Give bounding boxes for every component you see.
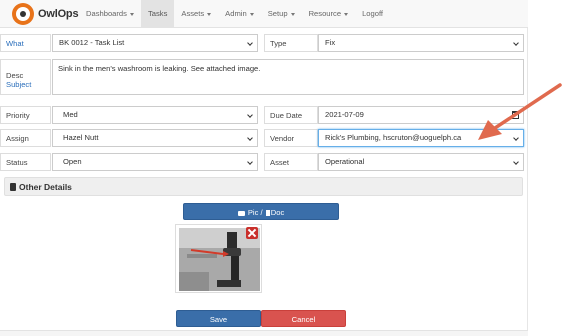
nav-label: Dashboards: [86, 9, 127, 18]
nav-label: Tasks: [147, 9, 168, 18]
caret-down-icon: [290, 12, 295, 16]
asset-label: Asset: [270, 158, 289, 167]
what-label[interactable]: What: [6, 39, 24, 48]
nav-dashboards[interactable]: Dashboards: [79, 0, 141, 28]
annotation-arrow: [478, 83, 562, 140]
chevron-down-icon: [514, 41, 519, 46]
vendor-label-cell: Vendor: [264, 129, 318, 147]
due-date-value: 2021-07-09: [325, 110, 364, 119]
nav-label: Logoff: [362, 9, 384, 18]
type-value: Fix: [325, 38, 336, 47]
nav-resource[interactable]: Resource: [302, 0, 356, 28]
pic-doc-label-suffix: Doc: [270, 208, 285, 217]
pic-doc-upload-button[interactable]: Pic / Doc: [183, 203, 339, 220]
vendor-value: Rick's Plumbing, hscruton@uoguelph.ca: [325, 133, 462, 142]
type-select[interactable]: Fix: [318, 34, 524, 52]
asset-label-cell: Asset: [264, 153, 318, 171]
status-value: Open: [63, 157, 82, 166]
what-label-cell: What: [0, 34, 51, 52]
cancel-button[interactable]: Cancel: [261, 310, 346, 327]
chevron-down-icon: [248, 113, 253, 118]
chevron-down-icon: [514, 160, 519, 165]
other-details-panel-header[interactable]: Other Details: [4, 177, 523, 196]
nav-label: Setup: [267, 9, 288, 18]
nav-label: Resource: [308, 9, 342, 18]
attachment-thumbnail[interactable]: [175, 224, 262, 293]
asset-value: Operational: [325, 157, 365, 166]
priority-select[interactable]: Med: [52, 106, 258, 124]
brand[interactable]: OwlOps: [12, 3, 79, 25]
nav-admin[interactable]: Admin: [218, 0, 261, 28]
assign-value: Hazel Nutt: [63, 133, 99, 142]
what-select[interactable]: BK 0012 - Task List: [52, 34, 258, 52]
type-label: Type: [270, 39, 287, 48]
caret-down-icon: [249, 12, 254, 16]
owl-logo-icon: [12, 3, 34, 25]
assign-label-cell: Assign: [0, 129, 51, 147]
chevron-down-icon: [248, 41, 253, 46]
desc-label: Desc: [6, 71, 24, 80]
description-textarea[interactable]: Sink in the men's washroom is leaking. S…: [52, 59, 524, 95]
file-icon: [265, 210, 270, 216]
nav-assets[interactable]: Assets: [174, 0, 218, 28]
nav-label: Assets: [181, 9, 205, 18]
nav-tasks[interactable]: Tasks: [140, 0, 175, 28]
status-select[interactable]: Open: [52, 153, 258, 171]
type-label-cell: Type: [264, 34, 318, 52]
app-window: OwlOps Dashboards Tasks Assets Admin Set…: [0, 0, 528, 336]
due-date-label: Due Date: [270, 111, 303, 120]
brand-name: OwlOps: [38, 8, 79, 20]
vendor-label: Vendor: [270, 134, 295, 143]
caret-down-icon: [344, 12, 349, 16]
subject-link[interactable]: Subject: [6, 80, 31, 89]
desc-label-cell: Desc Subject: [0, 59, 51, 95]
other-details-label: Other Details: [19, 182, 72, 192]
bottom-bar: [0, 330, 528, 336]
save-button[interactable]: Save: [176, 310, 261, 327]
assign-select[interactable]: Hazel Nutt: [52, 129, 258, 147]
chevron-down-icon: [248, 160, 253, 165]
status-label-cell: Status: [0, 153, 51, 171]
chevron-down-icon: [248, 136, 253, 141]
pic-doc-label: Pic /: [247, 208, 265, 217]
camera-icon: [237, 210, 245, 216]
what-value: BK 0012 - Task List: [59, 38, 125, 47]
nav-setup[interactable]: Setup: [261, 0, 302, 28]
book-icon: [10, 183, 16, 191]
asset-select[interactable]: Operational: [318, 153, 524, 171]
delete-x-icon[interactable]: [246, 227, 258, 239]
nav-label: Admin: [225, 9, 247, 18]
priority-value: Med: [63, 110, 78, 119]
caret-down-icon: [207, 12, 212, 16]
navbar: OwlOps Dashboards Tasks Assets Admin Set…: [0, 0, 528, 28]
nav-logoff[interactable]: Logoff: [355, 0, 390, 28]
priority-label: Priority: [6, 111, 30, 120]
description-text: Sink in the men's washroom is leaking. S…: [58, 64, 261, 73]
priority-label-cell: Priority: [0, 106, 51, 124]
status-label: Status: [6, 158, 28, 167]
nav-menu: Dashboards Tasks Assets Admin Setup Reso…: [79, 0, 390, 28]
assign-label: Assign: [6, 134, 29, 143]
caret-down-icon: [129, 12, 134, 16]
due-date-label-cell: Due Date: [264, 106, 318, 124]
